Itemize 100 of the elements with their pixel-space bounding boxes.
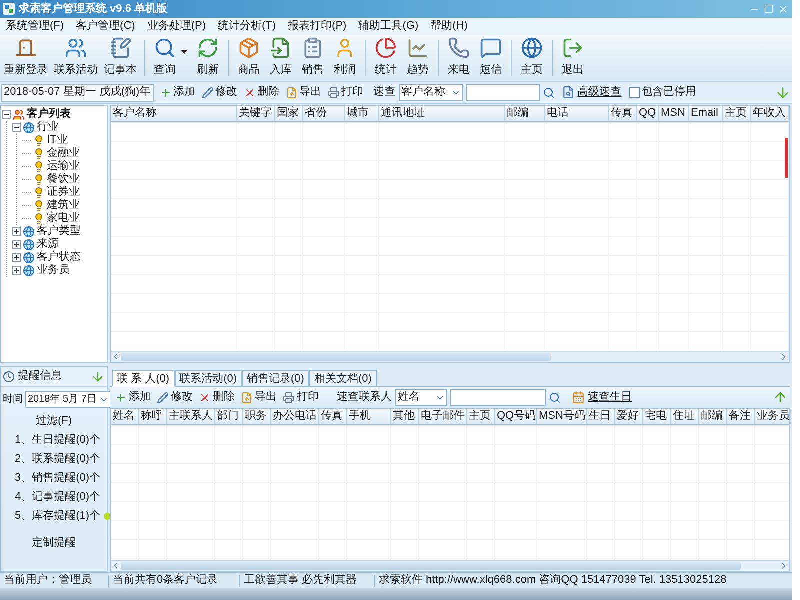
collapse-icon[interactable] — [12, 123, 21, 132]
menu-item[interactable]: 帮助(H) — [426, 18, 473, 35]
field-select[interactable]: 姓名 — [395, 389, 447, 406]
menu-item[interactable]: 客户管理(C) — [71, 18, 140, 35]
column-header: 城市 — [345, 106, 379, 121]
expand-icon[interactable] — [12, 227, 21, 236]
pie-chart-icon — [375, 37, 397, 60]
close-icon[interactable] — [778, 4, 789, 14]
search-icon[interactable] — [542, 86, 555, 98]
search-icon[interactable] — [549, 392, 561, 404]
tree-item[interactable]: 建筑业 — [47, 199, 80, 212]
column-header: 业务员 — [755, 409, 791, 424]
filter-button[interactable]: 过滤(F) — [34, 413, 74, 428]
menu-item[interactable]: 统计分析(T) — [213, 18, 282, 35]
horizontal-scrollbar[interactable] — [111, 351, 789, 362]
action-button[interactable]: 打印 — [280, 388, 322, 406]
toolbar-button[interactable]: 利润 — [329, 36, 361, 80]
action-button[interactable]: 打印 — [324, 84, 367, 102]
field-select[interactable]: 客户名称 — [398, 84, 463, 101]
toolbar-button[interactable]: 入库 — [265, 36, 297, 80]
menu-item[interactable]: 辅助工具(G) — [354, 18, 424, 35]
reminder-link[interactable]: 3、销售提醒(0)个 — [15, 470, 101, 487]
toolbar-button[interactable]: 重新登录 — [1, 36, 51, 80]
action-button[interactable]: 删除 — [240, 84, 283, 102]
column-header: 部门 — [215, 409, 243, 424]
action-button[interactable]: 修改 — [154, 388, 196, 406]
expand-icon[interactable] — [12, 240, 21, 249]
tree-item[interactable]: 餐饮业 — [47, 173, 80, 186]
toolbar-button[interactable]: 刷新 — [192, 36, 224, 80]
action-button[interactable]: 修改 — [198, 84, 241, 102]
lightbulb-icon — [33, 200, 45, 212]
menu-item[interactable]: 报表打印(P) — [283, 18, 352, 35]
exit-icon — [562, 37, 584, 60]
globe-icon — [23, 264, 35, 276]
field-select[interactable]: 2018年 5月 7日 — [25, 391, 111, 408]
column-header: 电话 — [545, 106, 609, 121]
action-button[interactable]: 添加 — [156, 84, 199, 102]
tree-item[interactable]: 来源 — [37, 238, 59, 251]
expand-icon[interactable] — [12, 253, 21, 262]
reminder-link[interactable]: 1、生日提醒(0)个 — [15, 432, 101, 449]
search-input[interactable] — [466, 84, 540, 101]
printer-icon — [328, 86, 340, 98]
tab[interactable]: 相关文档(0) — [309, 370, 377, 387]
printer-icon — [283, 392, 295, 404]
action-button[interactable]: 添加 — [112, 388, 154, 406]
tree-item[interactable]: 业务员 — [37, 264, 70, 277]
export-icon — [241, 392, 253, 404]
customize-button[interactable]: 定制提醒 — [30, 535, 78, 550]
column-header: 邮编 — [505, 106, 545, 121]
refresh-icon — [197, 37, 219, 60]
toolbar-button[interactable]: 趋势 — [402, 36, 434, 80]
menu-item[interactable]: 系统管理(F) — [1, 18, 70, 35]
action-button[interactable]: 删除 — [196, 388, 238, 406]
checkbox[interactable] — [628, 87, 640, 98]
expand-icon[interactable] — [12, 266, 21, 275]
column-header: 宅电 — [643, 409, 671, 424]
notebook-icon — [110, 37, 132, 60]
tree-item[interactable]: 证券业 — [47, 186, 80, 199]
status-text: 求索软件 http://www.xlq668.com 咨询QQ 151477039 Tel. 13513025128 — [378, 572, 728, 588]
action-button[interactable]: 导出 — [282, 84, 325, 102]
tree-item[interactable]: 家电业 — [47, 212, 80, 225]
advanced-search-link[interactable]: 高级速查 — [578, 84, 622, 101]
toolbar-button[interactable]: 来电 — [443, 36, 475, 80]
toolbar-button[interactable]: 退出 — [557, 36, 589, 80]
scrollbar-thumb[interactable] — [121, 562, 741, 570]
caret-icon[interactable] — [181, 50, 188, 54]
tree-item[interactable]: 金融业 — [47, 147, 80, 160]
arrow-down-icon[interactable] — [775, 84, 791, 100]
toolbar-button[interactable]: 查询 — [149, 36, 181, 80]
action-button[interactable]: 导出 — [238, 388, 280, 406]
toolbar-button[interactable]: 销售 — [297, 36, 329, 80]
column-header: 住址 — [671, 409, 699, 424]
toolbar-button[interactable]: 商品 — [233, 36, 265, 80]
reminder-link[interactable]: 4、记事提醒(0)个 — [15, 489, 101, 506]
menu-item[interactable]: 业务处理(P) — [142, 18, 211, 35]
reminder-link[interactable]: 2、联系提醒(0)个 — [15, 451, 101, 468]
tab[interactable]: 销售记录(0) — [242, 370, 310, 387]
tree-item[interactable]: IT业 — [47, 134, 68, 147]
collapse-icon[interactable] — [2, 110, 11, 119]
tree-item[interactable]: 运输业 — [47, 160, 80, 173]
birthday-search-link[interactable]: 速查生日 — [588, 389, 632, 406]
toolbar-button[interactable]: 短信 — [475, 36, 507, 80]
reminder-link[interactable]: 5、库存提醒(1)个 — [15, 508, 101, 525]
tab[interactable]: 联系活动(0) — [174, 370, 242, 387]
tab[interactable]: 联 系 人(0) — [112, 370, 175, 387]
plus-icon — [160, 86, 172, 98]
horizontal-scrollbar[interactable] — [111, 560, 789, 571]
tree-item[interactable]: 客户列表 — [27, 108, 71, 121]
toolbar-button[interactable]: 主页 — [516, 36, 548, 80]
tree-item[interactable]: 客户类型 — [37, 225, 81, 238]
status-text: 当前用户：管理员 — [3, 572, 93, 588]
tree-item[interactable]: 行业 — [37, 121, 59, 134]
lightbulb-icon — [33, 148, 45, 160]
toolbar-button[interactable]: 联系活动 — [51, 36, 101, 80]
tree-item[interactable]: 客户状态 — [37, 251, 81, 264]
toolbar-button[interactable]: 记事本 — [101, 36, 140, 80]
scrollbar-thumb[interactable] — [121, 353, 551, 361]
maximize-icon[interactable] — [764, 4, 774, 14]
toolbar-button[interactable]: 统计 — [370, 36, 402, 80]
search-input[interactable] — [450, 389, 546, 406]
